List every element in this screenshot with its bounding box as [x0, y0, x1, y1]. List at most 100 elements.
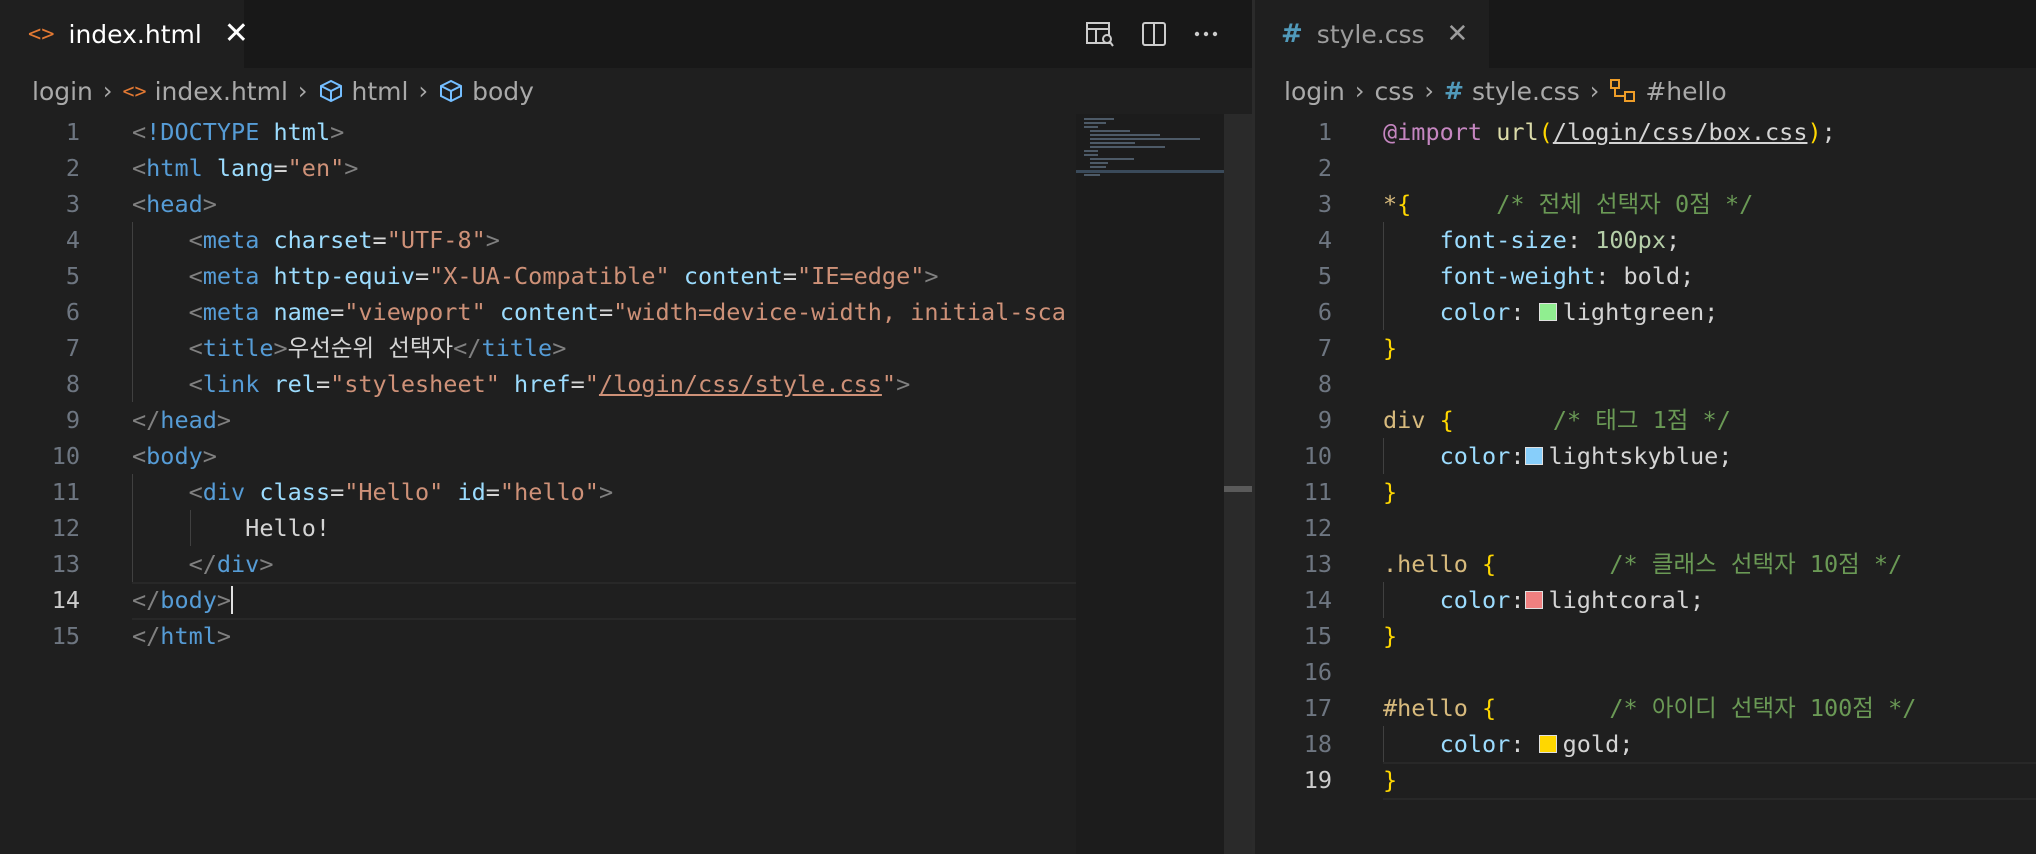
code-line: 3 <head>: [0, 186, 1252, 222]
code-line: 12 Hello!: [0, 510, 1252, 546]
color-swatch[interactable]: [1524, 591, 1543, 609]
indent-guide: [1383, 726, 1384, 762]
tab-label: index.html: [68, 19, 202, 49]
breadcrumb-item-login[interactable]: login: [32, 77, 93, 106]
minimap-line: [1090, 162, 1108, 164]
breadcrumb-item-body[interactable]: body: [438, 77, 534, 106]
code-line: 11 <div class="Hello" id="hello">: [0, 474, 1252, 510]
breadcrumb-item-file[interactable]: <> index.html: [123, 77, 288, 106]
code-line: 14 color: lightcoral;: [1255, 582, 2036, 618]
breadcrumb-item-file[interactable]: # style.css: [1444, 77, 1580, 106]
open-preview-icon[interactable]: [1084, 18, 1116, 50]
tab-style-css[interactable]: # style.css ✕: [1255, 0, 1489, 68]
line-number: 3: [65, 190, 80, 218]
line-number: 13: [1303, 550, 1332, 578]
line-number: 14: [51, 586, 80, 614]
code-line: 6 color: lightgreen;: [1255, 294, 2036, 330]
code-line: 2: [1255, 150, 2036, 186]
close-icon[interactable]: ✕: [224, 19, 249, 49]
color-swatch[interactable]: [1538, 735, 1557, 753]
breadcrumb-label: index.html: [154, 76, 288, 106]
code-text: #hello { /* 아이디 선택자 100점 */: [1383, 694, 1917, 722]
line-number: 18: [1303, 730, 1332, 758]
code-line: 2 <html lang="en">: [0, 150, 1252, 186]
code-line: 1 <!DOCTYPE html>: [0, 114, 1252, 150]
more-actions-icon[interactable]: [1190, 18, 1222, 50]
symbol-cube-icon: [438, 79, 464, 103]
line-number: 4: [65, 226, 80, 254]
code-text: }: [1383, 622, 1398, 650]
code-text: Hello!: [132, 514, 331, 542]
line-number: 1: [65, 118, 80, 146]
breadcrumb-item-hello[interactable]: #hello: [1609, 77, 1727, 106]
breadcrumb-item-html[interactable]: html: [318, 77, 408, 106]
tab-index-html[interactable]: <> index.html ✕: [0, 0, 249, 68]
minimap[interactable]: [1076, 114, 1224, 854]
code-line: 3 *{ /* 전체 선택자 0점 */: [1255, 186, 2036, 222]
breadcrumb-label: body: [472, 76, 534, 106]
code-text: <div class="Hello" id="hello">: [132, 478, 614, 506]
minimap-line: [1090, 146, 1165, 148]
css-code-editor[interactable]: 1 @import url(/login/css/box.css); 2 3 *{ /*…: [1255, 114, 2036, 854]
color-swatch[interactable]: [1538, 303, 1557, 321]
minimap-line: [1084, 154, 1098, 156]
breadcrumb-item-login[interactable]: login: [1284, 77, 1345, 106]
vertical-scrollbar[interactable]: [1224, 114, 1252, 854]
code-text: }: [1383, 766, 1398, 794]
scrollbar-thumb[interactable]: [1224, 486, 1252, 492]
code-text: font-weight: bold;: [1439, 262, 1695, 290]
minimap-line: [1090, 138, 1200, 140]
line-number: 11: [51, 478, 80, 506]
right-editor-group: # style.css ✕ login › css › # style.css …: [1255, 0, 2036, 854]
code-line: 5 font-weight: bold;: [1255, 258, 2036, 294]
breadcrumb: login › css › # style.css › #hello: [1255, 68, 2036, 114]
line-number: 19: [1303, 766, 1332, 794]
code-text: </head>: [132, 406, 232, 434]
minimap-line: [1084, 126, 1098, 128]
minimap-line: [1084, 118, 1114, 120]
html-code-editor[interactable]: 1 <!DOCTYPE html> 2 <html lang="en"> 3 <head>…: [0, 114, 1252, 854]
color-swatch[interactable]: [1524, 447, 1543, 465]
symbol-cube-icon: [318, 79, 344, 103]
html-file-icon: <>: [28, 21, 55, 47]
code-line: 6 <meta name="viewport" content="width=d…: [0, 294, 1252, 330]
line-number: 7: [65, 334, 80, 362]
breadcrumb-label: login: [1284, 76, 1345, 106]
breadcrumb-label: style.css: [1472, 76, 1580, 106]
minimap-current-line: [1076, 170, 1224, 173]
line-number: 6: [1317, 298, 1332, 326]
line-number: 5: [65, 262, 80, 290]
code-text: </div>: [132, 550, 274, 578]
line-number: 12: [1303, 514, 1332, 542]
css-hash-icon: #: [1443, 77, 1465, 105]
line-number: 14: [1303, 586, 1332, 614]
line-number: 9: [1317, 406, 1332, 434]
symbol-selector-icon: [1609, 78, 1637, 104]
split-editor-icon[interactable]: [1138, 18, 1170, 50]
minimap-line: [1090, 134, 1160, 136]
code-text: }: [1383, 334, 1398, 362]
code-line: 9 </head>: [0, 402, 1252, 438]
code-line: 9 div { /* 태그 1점 */: [1255, 402, 2036, 438]
breadcrumb: login › <> index.html › html › body: [0, 68, 1252, 114]
minimap-line: [1090, 166, 1106, 168]
line-number: 6: [65, 298, 80, 326]
line-number: 4: [1317, 226, 1332, 254]
code-text: <title>우선순위 선택자</title>: [132, 334, 567, 362]
text-cursor: [231, 586, 234, 614]
breadcrumb-label: login: [32, 76, 93, 106]
code-text: div { /* 태그 1점 */: [1383, 406, 1731, 434]
code-line: 18 color: gold;: [1255, 726, 2036, 762]
indent-guide: [132, 222, 133, 402]
chevron-right-icon: ›: [1589, 77, 1600, 105]
html-file-icon: <>: [122, 79, 147, 103]
breadcrumb-item-css[interactable]: css: [1375, 77, 1415, 106]
code-line: 11}: [1255, 474, 2036, 510]
close-icon[interactable]: ✕: [1447, 21, 1469, 47]
line-number: 10: [1303, 442, 1332, 470]
code-line: 15}: [1255, 618, 2036, 654]
code-line: 14 </body>: [0, 582, 1252, 618]
code-line: 17 #hello { /* 아이디 선택자 100점 */: [1255, 690, 2036, 726]
left-tab-bar: <> index.html ✕: [0, 0, 1252, 68]
code-text: <head>: [132, 190, 217, 218]
